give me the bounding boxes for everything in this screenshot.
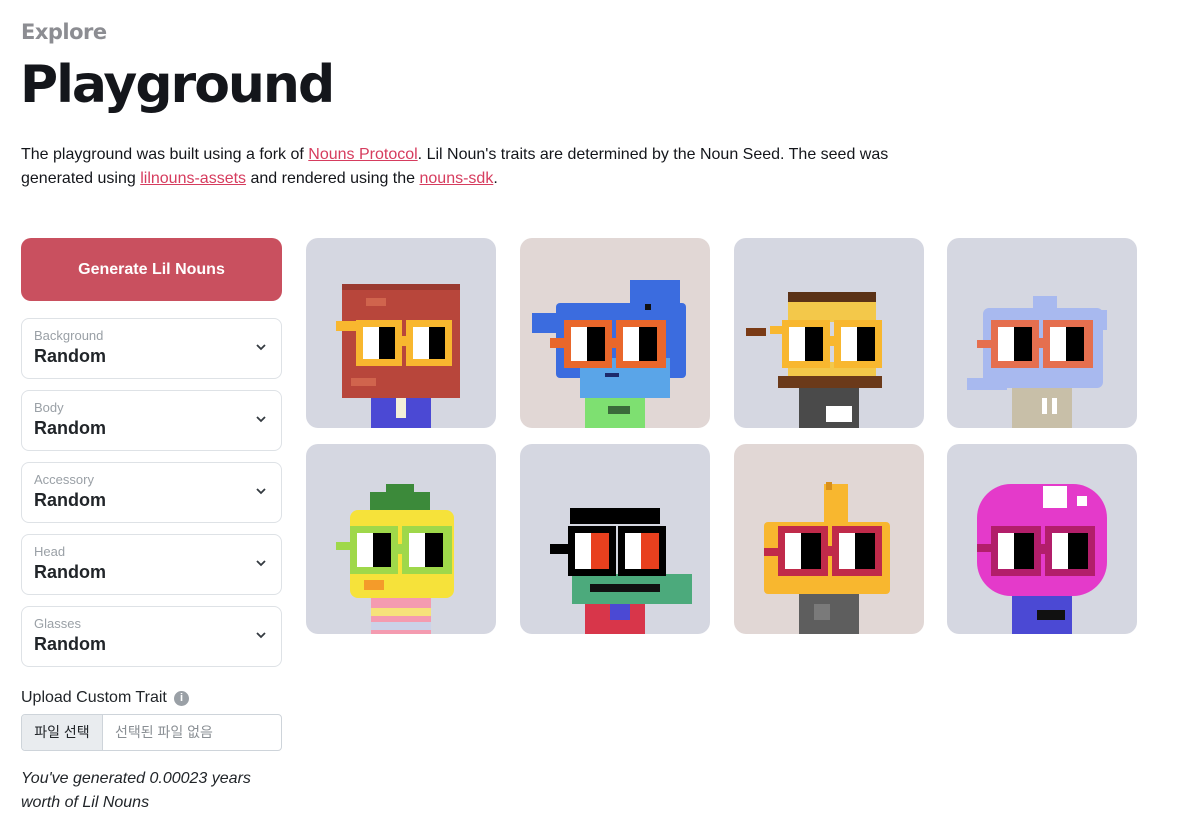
body-select[interactable]: Body Random [21,390,282,451]
background-select[interactable]: Background Random [21,318,282,379]
noun-image [734,238,924,428]
chevron-down-icon [256,416,266,423]
glasses-select-value: Random [34,634,106,654]
file-status: 선택된 파일 없음 [115,724,213,740]
noun-image [520,238,710,428]
head-select-label: Head [34,544,66,559]
body-select-value: Random [34,418,106,438]
chevron-down-icon [256,632,266,639]
background-select-value: Random [34,346,106,366]
generated-years-text: You've generated 0.00023 years worth of … [21,770,251,811]
accessory-select[interactable]: Accessory Random [21,462,282,523]
noun-card-3[interactable] [734,238,924,428]
head-select-value: Random [34,562,106,582]
accessory-select-label: Accessory [34,472,94,487]
upload-custom-trait-label: Upload Custom Trait [21,689,167,706]
noun-card-4[interactable] [947,238,1137,428]
noun-image [734,444,924,634]
noun-image [520,444,710,634]
background-select-label: Background [34,328,104,343]
page-eyebrow: Explore [21,20,107,44]
noun-card-5[interactable] [306,444,496,634]
noun-card-2[interactable] [520,238,710,428]
page-title: Playground [20,55,335,115]
noun-card-7[interactable] [734,444,924,634]
intro-paragraph: The playground was built using a fork of… [21,143,921,191]
intro-text-4: . [493,170,498,187]
lilnouns-assets-link[interactable]: lilnouns-assets [140,170,246,187]
chevron-down-icon [256,344,266,351]
noun-image [306,444,496,634]
noun-card-8[interactable] [947,444,1137,634]
head-select[interactable]: Head Random [21,534,282,595]
intro-text-1: The playground was built using a fork of [21,146,309,163]
choose-file-button[interactable]: 파일 선택 [22,715,103,750]
nouns-protocol-link[interactable]: Nouns Protocol [308,146,417,163]
noun-image [306,238,496,428]
noun-image [947,238,1137,428]
nouns-sdk-link[interactable]: nouns-sdk [420,170,494,187]
chevron-down-icon [256,488,266,495]
custom-trait-file-input[interactable]: 파일 선택 선택된 파일 없음 [21,714,282,751]
generate-lil-nouns-button[interactable]: Generate Lil Nouns [21,238,282,301]
accessory-select-value: Random [34,490,106,510]
intro-text-3: and rendered using the [246,170,420,187]
info-icon[interactable]: i [174,691,189,706]
noun-image [947,444,1137,634]
chevron-down-icon [256,560,266,567]
body-select-label: Body [34,400,64,415]
glasses-select-label: Glasses [34,616,81,631]
noun-card-1[interactable] [306,238,496,428]
noun-card-6[interactable] [520,444,710,634]
glasses-select[interactable]: Glasses Random [21,606,282,667]
